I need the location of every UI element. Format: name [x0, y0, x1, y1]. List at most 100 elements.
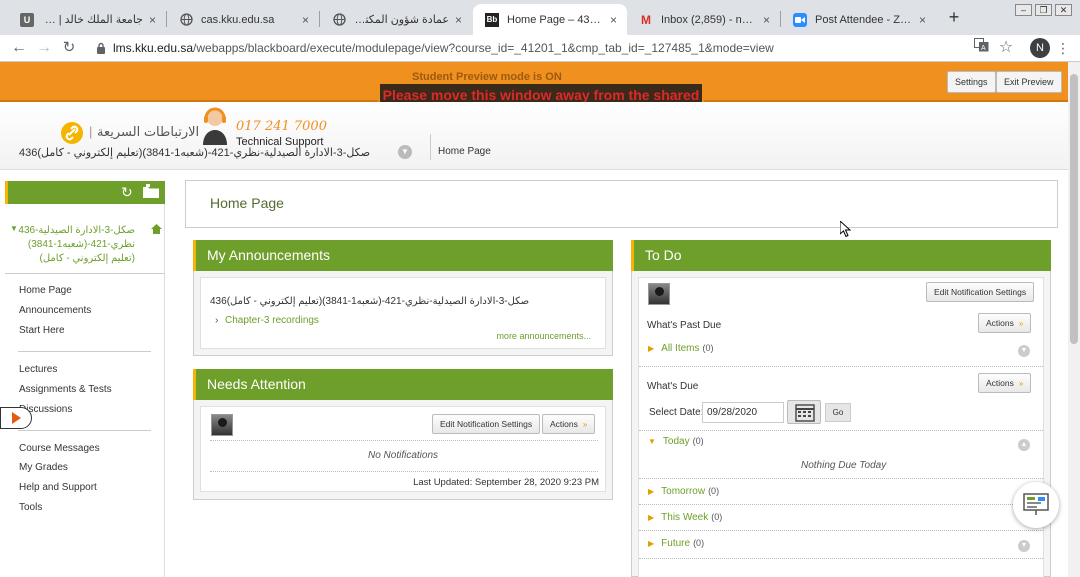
no-notifications-text: No Notifications — [367, 450, 439, 461]
date-input[interactable]: 09/28/2020 — [702, 402, 784, 423]
tab-home-page[interactable]: Bb Home Page – 4361شعبة × — [473, 4, 627, 35]
divider — [639, 530, 1043, 531]
play-icon[interactable] — [0, 407, 32, 429]
preview-settings-button[interactable]: Settings — [947, 71, 996, 93]
breadcrumb-divider — [430, 134, 431, 160]
globe-icon — [179, 13, 193, 27]
future-count: (0) — [693, 538, 705, 548]
divider — [639, 430, 1043, 431]
menu-course-link[interactable]: صكل-3-الادارة الصيدلية-436 نظري-421-(شعب… — [17, 224, 135, 266]
all-items-label: All Items — [661, 343, 700, 354]
forward-icon[interactable]: → — [33, 37, 55, 59]
quick-links-icon[interactable] — [61, 122, 83, 144]
divider — [639, 558, 1043, 559]
chevron-down-icon[interactable]: ▼ — [1018, 540, 1030, 552]
this-week-toggle[interactable]: ▶ This Week (0) — [648, 512, 722, 523]
user-avatar — [211, 414, 233, 436]
folder-view-icon[interactable] — [143, 184, 159, 201]
menu-item-course-messages[interactable]: Course Messages — [19, 443, 100, 454]
menu-item-my-grades[interactable]: My Grades — [19, 462, 68, 473]
course-title[interactable]: صكل-3-الادارة الصيدلية-نظري-421-(شعبه1-3… — [19, 146, 370, 159]
menu-item-assignments[interactable]: Assignments & Tests — [19, 384, 112, 395]
more-announcements-link[interactable]: more announcements... — [496, 331, 591, 341]
quick-links-label[interactable]: الارتباطات السريعة — [97, 124, 199, 140]
tab-close-icon[interactable]: × — [455, 13, 462, 27]
edit-notification-settings-button[interactable]: Edit Notification Settings — [432, 414, 541, 434]
chevron-down-icon[interactable]: ▼ — [1018, 345, 1030, 357]
select-date-label: Select Date: — [649, 407, 704, 418]
announcements-module: My Announcements صكل-3-الادارة الصيدلية-… — [193, 240, 613, 356]
translate-icon[interactable]: A — [970, 37, 992, 59]
tab-title: Inbox (2,859) - nakhan@... — [661, 13, 757, 26]
bookmark-star-icon[interactable]: ☆ — [995, 37, 1017, 59]
actions-button[interactable]: Actions » — [542, 414, 596, 434]
menu-item-start-here[interactable]: Start Here — [19, 325, 65, 336]
tab-library[interactable]: عمادة شؤون المكتبات - جامعة ا... × — [320, 4, 472, 35]
all-items-toggle[interactable]: ▶ All Items (0) — [648, 343, 714, 354]
past-due-actions-button[interactable]: Actions » — [978, 313, 1032, 333]
todo-edit-notification-settings-button[interactable]: Edit Notification Settings — [926, 282, 1035, 302]
url-path: /webapps/blackboard/execute/modulepage/v… — [193, 41, 774, 55]
tab-close-icon[interactable]: × — [919, 13, 926, 27]
due-actions-button[interactable]: Actions » — [978, 373, 1032, 393]
exit-preview-button[interactable]: Exit Preview — [996, 71, 1062, 93]
tab-cas[interactable]: cas.kku.edu.sa × — [167, 4, 319, 35]
tab-title: cas.kku.edu.sa — [201, 13, 275, 26]
home-icon[interactable] — [151, 224, 162, 237]
menu-divider — [5, 273, 165, 274]
needs-attention-module: Needs Attention Edit Notification Settin… — [193, 369, 613, 500]
tab-close-icon[interactable]: × — [610, 13, 617, 27]
blackboard-favicon: Bb — [485, 12, 499, 27]
quick-links-separator: | — [89, 124, 93, 139]
breadcrumb[interactable]: Home Page — [438, 146, 491, 157]
tab-zoom[interactable]: Post Attendee - Zoom × — [781, 4, 936, 35]
tab-close-icon[interactable]: × — [149, 13, 156, 27]
page-content: Student Preview mode is ON Settings Exit… — [0, 62, 1068, 577]
tab-title: عمادة شؤون المكتبات - جامعة ا... — [354, 14, 449, 26]
whats-past-due-label: What's Past Due — [647, 320, 722, 331]
today-toggle[interactable]: ▼ Today (0) — [648, 436, 704, 447]
profile-avatar[interactable]: N — [1030, 38, 1050, 58]
divider — [639, 504, 1043, 505]
menu-item-announcements[interactable]: Announcements — [19, 305, 91, 316]
menu-item-lectures[interactable]: Lectures — [19, 364, 57, 375]
close-window-icon[interactable]: ✕ — [1055, 4, 1072, 16]
this-week-label: This Week — [661, 512, 709, 523]
refresh-icon[interactable]: ↻ — [121, 184, 133, 200]
this-week-count: (0) — [711, 512, 723, 522]
chevron-down-icon: » — [1018, 379, 1024, 388]
tab-gmail[interactable]: M Inbox (2,859) - nakhan@... × — [627, 4, 780, 35]
chevron-up-icon[interactable]: ▲ — [1018, 439, 1030, 451]
reload-icon[interactable]: ↻ — [58, 37, 80, 59]
university-favicon: U — [20, 12, 34, 27]
menu-kebab-icon[interactable]: ⋮ — [1052, 37, 1074, 59]
menu-item-help[interactable]: Help and Support — [19, 482, 97, 493]
minimize-icon[interactable]: – — [1015, 4, 1032, 16]
chevron-down-icon: » — [1018, 319, 1024, 328]
back-icon[interactable]: ← — [8, 37, 30, 59]
chevron-down-icon: » — [582, 420, 588, 429]
announcement-course: صكل-3-الادارة الصيدلية-نظري-421-(شعبه1-3… — [210, 296, 530, 307]
tab-close-icon[interactable]: × — [763, 13, 770, 27]
caret-right-icon: ▶ — [648, 513, 655, 522]
address-bar[interactable]: lms.kku.edu.sa/webapps/blackboard/execut… — [113, 41, 774, 55]
scrollbar-thumb[interactable] — [1070, 74, 1078, 344]
maximize-icon[interactable]: ❐ — [1035, 4, 1052, 16]
whiteboard-widget-button[interactable] — [1013, 482, 1059, 528]
new-tab-button[interactable]: + — [944, 7, 964, 27]
menu-item-tools[interactable]: Tools — [19, 502, 42, 513]
browser-tabstrip: U جامعة الملك خالد | University × cas.kk… — [0, 0, 1080, 35]
go-button[interactable]: Go — [825, 403, 851, 422]
chevron-down-icon[interactable]: ▼ — [398, 145, 412, 159]
menu-item-home-page[interactable]: Home Page — [19, 285, 72, 296]
tab-university[interactable]: U جامعة الملك خالد | University × — [8, 4, 166, 35]
divider — [639, 366, 1043, 367]
future-toggle[interactable]: ▶ Future (0) — [648, 538, 704, 549]
calendar-icon[interactable] — [787, 400, 821, 424]
tab-close-icon[interactable]: × — [302, 13, 309, 27]
announcement-link[interactable]: Chapter-3 recordings — [225, 315, 319, 326]
support-agent-icon — [203, 107, 227, 145]
tomorrow-toggle[interactable]: ▶ Tomorrow (0) — [648, 486, 719, 497]
page-scrollbar[interactable] — [1068, 62, 1080, 577]
tomorrow-label: Tomorrow — [661, 486, 706, 497]
